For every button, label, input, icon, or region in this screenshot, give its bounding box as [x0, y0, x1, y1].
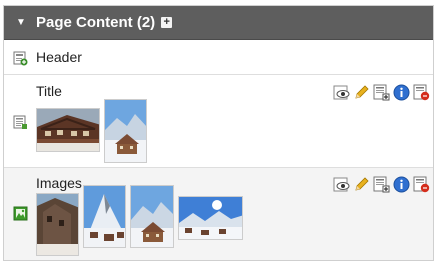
row-label-title: Title [36, 83, 62, 99]
section-title: Page Content (2) [36, 14, 156, 31]
delete-icon[interactable] [413, 176, 430, 193]
images-thumbnail-ruins[interactable] [36, 193, 79, 256]
collapse-caret-icon[interactable]: ▼ [16, 17, 26, 28]
images-thumbnail-matterhorn[interactable] [83, 185, 126, 248]
info-icon[interactable] [393, 176, 410, 193]
row-actions [333, 176, 430, 193]
delete-icon[interactable] [413, 84, 430, 101]
row-label-images: Images [36, 175, 82, 191]
images-thumbnail-village-snow[interactable] [130, 185, 174, 248]
title-thumbnail-chalet[interactable] [36, 108, 100, 152]
content-row-header[interactable]: Header [4, 40, 433, 75]
preview-eye-icon[interactable] [333, 176, 350, 193]
content-row-images[interactable]: Images [4, 168, 433, 260]
insert-content-icon[interactable] [373, 176, 390, 193]
page-content-panel: ▼ Page Content (2) + Header Title Images [3, 5, 434, 261]
title-thumbnail-mountain-village[interactable] [104, 99, 147, 163]
text-content-icon [13, 115, 27, 129]
insert-content-icon[interactable] [373, 84, 390, 101]
images-thumbnail-panorama[interactable] [178, 196, 243, 240]
edit-pencil-icon[interactable] [353, 176, 370, 193]
new-content-icon[interactable] [13, 51, 28, 66]
info-icon[interactable] [393, 84, 410, 101]
preview-eye-icon[interactable] [333, 84, 350, 101]
add-content-icon[interactable]: + [161, 17, 173, 28]
content-row-title[interactable]: Title [4, 75, 433, 168]
edit-pencil-icon[interactable] [353, 84, 370, 101]
image-content-icon [13, 206, 28, 221]
row-actions [333, 84, 430, 101]
panel-header[interactable]: ▼ Page Content (2) + [4, 6, 433, 40]
row-label-header: Header [36, 49, 82, 65]
